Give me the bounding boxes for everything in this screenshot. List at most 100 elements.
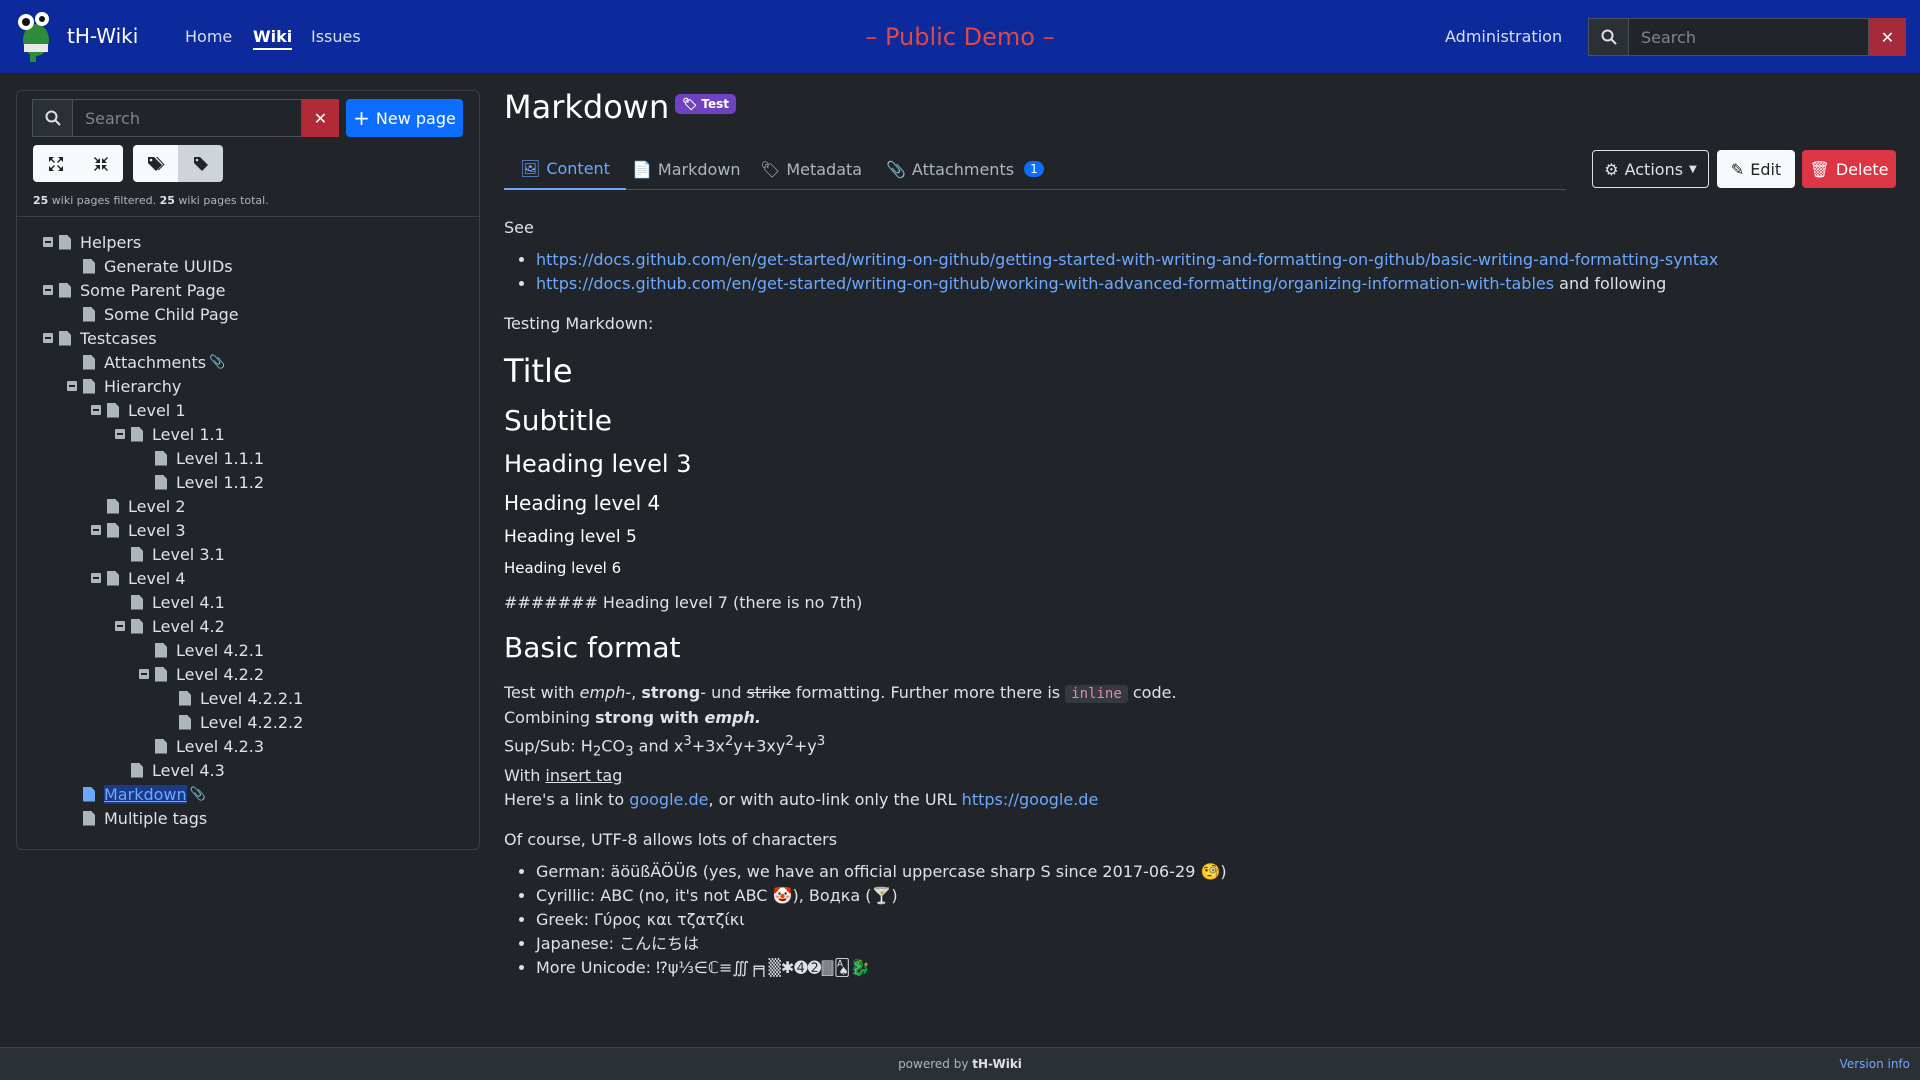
- nav-home[interactable]: Home: [185, 27, 232, 46]
- tab-markdown[interactable]: 📄 Markdown: [616, 148, 757, 190]
- google-link[interactable]: google.de: [629, 790, 708, 809]
- tree-collapse-toggle[interactable]: [91, 525, 101, 535]
- edit-button[interactable]: ✎ Edit: [1717, 150, 1795, 188]
- text: formatting. Further more there is: [790, 682, 1066, 702]
- tree-item[interactable]: Level 1.1: [131, 423, 225, 445]
- tree-item[interactable]: Level 4.1: [131, 591, 225, 613]
- tree-collapse-toggle[interactable]: [43, 285, 53, 295]
- search-button[interactable]: [1588, 18, 1629, 56]
- inline-code: inline: [1065, 684, 1128, 703]
- tree-item[interactable]: Level 4.3: [131, 759, 225, 781]
- tree-collapse-toggle[interactable]: [43, 237, 53, 247]
- text: +3x: [691, 736, 725, 756]
- new-page-button[interactable]: + New page: [346, 99, 463, 137]
- tree-item-label: Level 1.1.1: [176, 448, 265, 468]
- file-icon: [83, 354, 95, 370]
- format-line-3: Sup/Sub: H2CO3 and x3+3x2y+3xy2+y3: [504, 730, 1884, 765]
- tree-collapse-toggle[interactable]: [91, 573, 101, 583]
- hide-tags-button[interactable]: [178, 145, 223, 182]
- file-icon: [131, 594, 143, 610]
- footer-brand[interactable]: tH-Wiki: [972, 1057, 1022, 1071]
- paperclip-icon: 📎: [886, 159, 906, 179]
- sidebar-toolbar: ✕ +New page 25 wiki pages filtered. 25 w…: [17, 91, 479, 217]
- close-icon: ✕: [1880, 27, 1895, 47]
- tree-item[interactable]: Level 1.1.1: [155, 447, 264, 469]
- show-tags-button[interactable]: [133, 145, 178, 182]
- tree-item[interactable]: Helpers: [59, 231, 141, 253]
- text: With: [504, 766, 546, 786]
- tree-item[interactable]: Level 4.2.2: [155, 663, 264, 685]
- trash-icon: 🗑: [1809, 159, 1830, 179]
- tree-item[interactable]: Testcases: [59, 327, 157, 349]
- tree-collapse-toggle[interactable]: [43, 333, 53, 343]
- tree-clear-button[interactable]: ✕: [302, 99, 339, 137]
- tree-item[interactable]: Multiple tags: [83, 807, 207, 829]
- tab-attachments[interactable]: 📎 Attachments 1: [870, 148, 1060, 190]
- paperclip-icon: 📎: [209, 354, 226, 370]
- brand-name[interactable]: tH-Wiki: [67, 24, 138, 48]
- tree-item[interactable]: Level 4.2: [131, 615, 225, 637]
- tree-item[interactable]: Some Parent Page: [59, 279, 226, 301]
- collapse-all-button[interactable]: [78, 145, 123, 182]
- search-icon: [45, 110, 61, 126]
- nav-issues[interactable]: Issues: [311, 27, 361, 46]
- total-count: 25: [159, 194, 175, 207]
- expand-collapse-group: [33, 145, 123, 182]
- tree-item[interactable]: Level 1.1.2: [155, 471, 264, 493]
- list-item: https://docs.github.com/en/get-started/w…: [536, 272, 1884, 296]
- tree-item[interactable]: Level 4.2.2.2: [179, 711, 303, 733]
- file-icon: [107, 402, 119, 418]
- tree-item-label: Multiple tags: [104, 808, 208, 828]
- file-icon: [131, 546, 143, 562]
- tree-item[interactable]: Level 4.2.1: [155, 639, 264, 661]
- tree-collapse-toggle[interactable]: [115, 621, 125, 631]
- page-tag[interactable]: 🏷 Test: [675, 94, 737, 114]
- sup: 3: [816, 733, 826, 749]
- tab-metadata[interactable]: 🏷 Metadata: [744, 148, 878, 190]
- actions-dropdown[interactable]: ⚙ Actions ▼: [1592, 150, 1709, 188]
- logo-icon[interactable]: [14, 10, 58, 62]
- sidebar: ✕ +New page 25 wiki pages filtered. 25 w…: [16, 90, 480, 850]
- tree-collapse-toggle[interactable]: [67, 381, 77, 391]
- heading-2: Subtitle: [504, 404, 613, 438]
- tree-item-label: Attachments: [104, 352, 207, 372]
- tree-collapse-toggle[interactable]: [91, 405, 101, 415]
- tree-search-input[interactable]: [73, 99, 302, 137]
- version-info-link[interactable]: Version info: [1840, 1057, 1910, 1071]
- tree-item[interactable]: Level 3.1: [131, 543, 225, 565]
- tree-collapse-toggle[interactable]: [115, 429, 125, 439]
- nav-administration[interactable]: Administration: [1445, 27, 1562, 46]
- insert-text: insert tag: [545, 766, 623, 786]
- tree-item-label: Some Child Page: [104, 304, 239, 324]
- tree-item[interactable]: Some Child Page: [83, 303, 239, 325]
- global-search-input[interactable]: [1629, 18, 1869, 56]
- tree-search: ✕: [32, 99, 339, 137]
- nav-wiki[interactable]: Wiki: [253, 27, 293, 50]
- tab-content[interactable]: 🖼 Content: [504, 148, 626, 190]
- format-line-4: With insert tag: [504, 764, 1884, 788]
- format-line-2: Combining strong with emph.: [504, 706, 1884, 730]
- text: , or with auto-link only the URL: [708, 790, 962, 810]
- delete-button[interactable]: 🗑 Delete: [1802, 150, 1896, 188]
- tree-item[interactable]: Attachments 📎: [83, 351, 225, 373]
- expand-all-button[interactable]: [33, 145, 78, 182]
- github-tables-link[interactable]: https://docs.github.com/en/get-started/w…: [536, 274, 1554, 293]
- text: and x: [633, 736, 684, 756]
- tree-item[interactable]: Markdown 📎: [83, 783, 206, 805]
- tree-item-label: Level 3: [128, 520, 186, 540]
- tree-search-button[interactable]: [32, 99, 73, 137]
- github-basic-link[interactable]: https://docs.github.com/en/get-started/w…: [536, 250, 1718, 269]
- tree-item[interactable]: Level 4.2.2.1: [179, 687, 303, 709]
- tree-item[interactable]: Hierarchy: [83, 375, 181, 397]
- tree-item[interactable]: Generate UUIDs: [83, 255, 233, 277]
- tree-item[interactable]: Level 2: [107, 495, 186, 517]
- google-autolink[interactable]: https://google.de: [962, 790, 1099, 809]
- tree-collapse-toggle[interactable]: [139, 669, 149, 679]
- tree-item[interactable]: Level 4: [107, 567, 186, 589]
- tree-item-label: Level 1: [128, 400, 186, 420]
- clear-search-button[interactable]: ✕: [1869, 18, 1906, 56]
- tree-item[interactable]: Level 4.2.3: [155, 735, 264, 757]
- tree-item[interactable]: Level 1: [107, 399, 186, 421]
- tree-item[interactable]: Level 3: [107, 519, 186, 541]
- text: CO: [601, 736, 626, 756]
